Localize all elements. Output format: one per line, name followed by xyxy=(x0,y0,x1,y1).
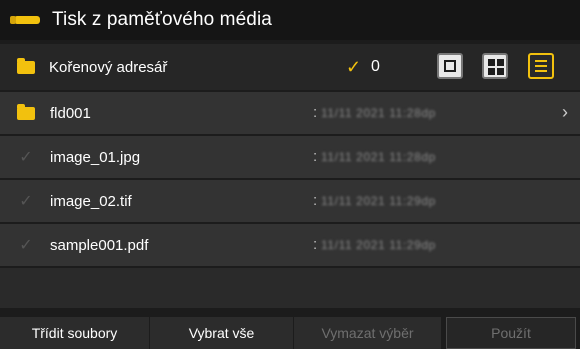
chevron-right-icon: › xyxy=(562,102,568,122)
date-separator: : xyxy=(313,236,318,253)
footer-toolbar: Třídit soubory Vybrat vše Vymazat výběr … xyxy=(0,317,580,349)
file-name: sample001.pdf xyxy=(50,236,149,254)
file-date: 11/11 2021 11:28dp xyxy=(321,150,436,164)
file-row-sample001[interactable]: ✓ sample001.pdf : 11/11 2021 11:29dp xyxy=(0,224,580,266)
file-name: fld001 xyxy=(50,104,91,122)
unchecked-checkmark-icon: ✓ xyxy=(19,149,33,166)
page-title: Tisk z paměťového média xyxy=(52,9,272,30)
date-separator: : xyxy=(313,148,318,165)
list-icon xyxy=(535,60,547,62)
file-row-image-01[interactable]: ✓ image_01.jpg : 11/11 2021 11:28dp xyxy=(0,136,580,178)
folder-icon xyxy=(17,57,35,74)
date-separator: : xyxy=(313,104,318,121)
sort-files-button[interactable]: Třídit soubory xyxy=(0,317,150,349)
select-all-button[interactable]: Vybrat vše xyxy=(150,317,294,349)
file-row-fld001[interactable]: fld001 : 11/11 2021 11:28dp › xyxy=(0,92,580,134)
media-icon xyxy=(10,16,40,24)
selected-count: 0 xyxy=(371,58,380,75)
clear-selection-button[interactable]: Vymazat výběr xyxy=(294,317,442,349)
single-view-icon xyxy=(444,60,456,72)
file-name: image_01.jpg xyxy=(50,148,141,166)
directory-bar: Kořenový adresář ✓ 0 xyxy=(0,44,580,90)
title-bar: Tisk z paměťového média xyxy=(0,0,580,40)
list-view-button[interactable] xyxy=(528,53,554,79)
print-from-media-screen: Tisk z paměťového média Kořenový adresář… xyxy=(0,0,580,349)
checkmark-icon: ✓ xyxy=(346,57,362,77)
file-date: 11/11 2021 11:28dp xyxy=(321,106,436,120)
file-date: 11/11 2021 11:29dp xyxy=(321,194,436,208)
single-view-button[interactable] xyxy=(437,53,463,79)
file-name: image_02.tif xyxy=(50,192,132,210)
file-list: fld001 : 11/11 2021 11:28dp › ✓ image_01… xyxy=(0,92,580,308)
unchecked-checkmark-icon: ✓ xyxy=(19,237,33,254)
grid-icon xyxy=(488,59,495,66)
folder-icon xyxy=(17,103,35,120)
file-date: 11/11 2021 11:29dp xyxy=(321,238,436,252)
file-row-image-02[interactable]: ✓ image_02.tif : 11/11 2021 11:29dp xyxy=(0,180,580,222)
thumbnail-view-button[interactable] xyxy=(482,53,508,79)
apply-button[interactable]: Použít xyxy=(446,317,576,349)
current-directory: Kořenový adresář xyxy=(49,58,168,76)
empty-list-area xyxy=(0,268,580,308)
unchecked-checkmark-icon: ✓ xyxy=(19,193,33,210)
date-separator: : xyxy=(313,192,318,209)
